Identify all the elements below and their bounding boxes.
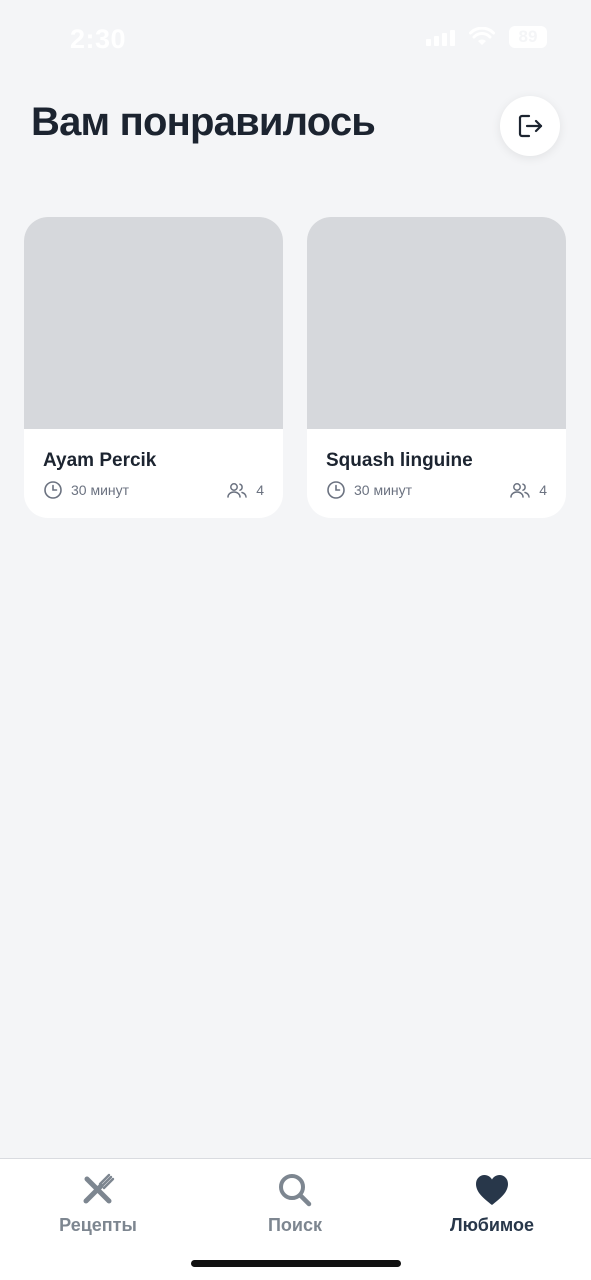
logout-icon: [518, 114, 543, 138]
clock-icon: [327, 481, 345, 499]
clock-icon: [44, 481, 62, 499]
signal-icon: [426, 28, 455, 46]
cook-time: 30 минут: [43, 480, 129, 500]
cook-time-text: 30 минут: [354, 482, 413, 498]
page-title: Вам понравилось: [31, 100, 376, 144]
people-icon: [227, 483, 247, 498]
recipe-title: Squash linguine: [326, 450, 473, 471]
cook-time: 30 минут: [326, 480, 412, 500]
status-time: 2:30: [70, 24, 127, 54]
fork-knife-icon: [83, 1173, 115, 1204]
logout-button[interactable]: [500, 96, 560, 156]
recipe-image-placeholder: [24, 217, 283, 429]
recipe-card[interactable]: Squash linguine 30 минут 4: [307, 217, 566, 518]
servings: 4: [226, 481, 264, 499]
servings-text: 4: [539, 482, 547, 498]
people-icon: [510, 483, 530, 498]
heart-icon: [476, 1175, 508, 1205]
servings: 4: [509, 481, 547, 499]
status-bar: 2:30 89: [0, 0, 591, 80]
recipe-image-placeholder: [307, 217, 566, 429]
recipe-title: Ayam Percik: [43, 450, 157, 471]
servings-text: 4: [256, 482, 264, 498]
tab-search[interactable]: Поиск: [215, 1171, 375, 1236]
tab-label: Рецепты: [59, 1215, 137, 1235]
search-icon: [279, 1174, 312, 1207]
wifi-icon: [469, 27, 495, 45]
status-icons: 89: [426, 26, 547, 48]
favorites-grid: Ayam Percik 30 минут 4 Squash linguine 3…: [24, 217, 566, 518]
cook-time-text: 30 минут: [71, 482, 130, 498]
battery-indicator: 89: [509, 26, 547, 48]
home-indicator: [191, 1260, 401, 1267]
tab-label: Любимое: [449, 1215, 535, 1235]
tab-label: Поиск: [267, 1215, 323, 1235]
recipe-card[interactable]: Ayam Percik 30 минут 4: [24, 217, 283, 518]
tab-recipes[interactable]: Рецепты: [18, 1171, 178, 1236]
tab-favorites[interactable]: Любимое: [412, 1171, 572, 1236]
